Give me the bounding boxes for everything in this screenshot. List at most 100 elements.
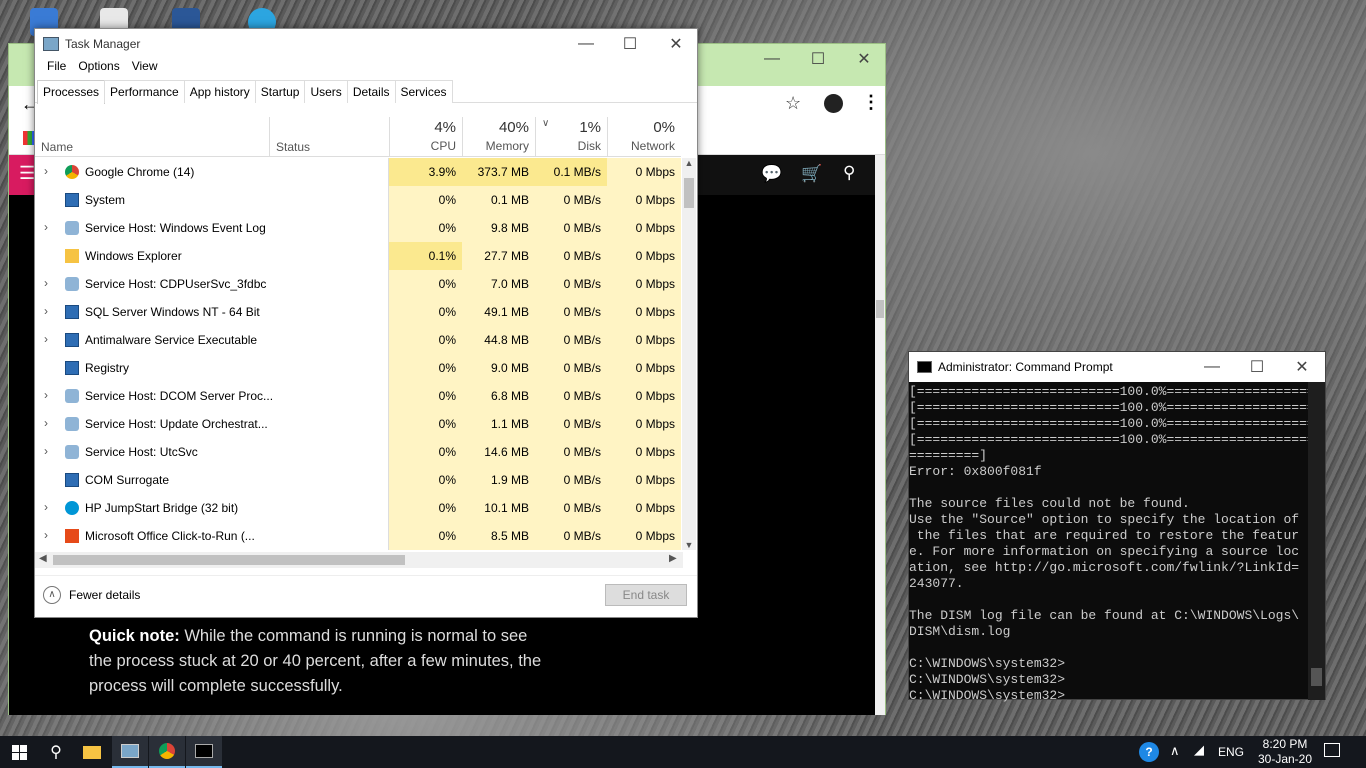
scroll-thumb[interactable]	[1311, 668, 1322, 686]
menu-file[interactable]: File	[41, 59, 72, 77]
fewer-details-link[interactable]: Fewer details	[69, 588, 140, 602]
bookmark-star-icon[interactable]: ☆	[785, 93, 801, 114]
expand-chevron-icon[interactable]: ›	[44, 388, 48, 402]
task-manager-titlebar[interactable]: Task Manager — ☐ ✕	[35, 29, 697, 59]
expand-chevron-icon[interactable]: ›	[44, 500, 48, 514]
expand-chevron-icon[interactable]: ›	[44, 276, 48, 290]
table-row[interactable]: System 0% 0.1 MB 0 MB/s 0 Mbps	[35, 186, 681, 214]
clock[interactable]: 8:20 PM 30-Jan-20	[1252, 737, 1318, 767]
chrome-scrollbar[interactable]	[875, 155, 885, 715]
cpu-cell: 0%	[389, 382, 462, 410]
profile-icon[interactable]	[824, 94, 843, 113]
scroll-left-icon[interactable]: ◀	[39, 553, 47, 564]
cmd-scrollbar[interactable]	[1308, 382, 1325, 700]
table-row[interactable]: Windows Explorer 0.1% 27.7 MB 0 MB/s 0 Mbps	[35, 242, 681, 270]
search-button[interactable]: ⚲	[38, 736, 74, 768]
site-menu-button[interactable]: ☰	[9, 155, 37, 195]
tab-startup[interactable]: Startup	[254, 80, 306, 103]
cmd-titlebar[interactable]: Administrator: Command Prompt — ☐ ✕	[909, 352, 1325, 382]
expand-chevron-icon[interactable]: ›	[44, 416, 48, 430]
cart-icon[interactable]: 🛒	[801, 164, 822, 184]
scroll-up-icon[interactable]: ▲	[682, 158, 696, 172]
scroll-thumb[interactable]	[876, 300, 884, 318]
language-indicator[interactable]: ENG	[1218, 745, 1244, 759]
tab-services[interactable]: Services	[394, 80, 453, 103]
start-button[interactable]	[0, 736, 38, 768]
fewer-details-icon[interactable]: ∧	[43, 586, 61, 604]
wifi-icon[interactable]: ◢	[1194, 742, 1204, 758]
table-row[interactable]: › Google Chrome (14) 3.9% 373.7 MB 0.1 MB/s 0…	[35, 158, 681, 186]
table-row[interactable]: › Antimalware Service Executable 0% 44.8 MB…	[35, 326, 681, 354]
tab-performance[interactable]: Performance	[104, 80, 185, 103]
console-line: the files that are required to restore t…	[909, 528, 1300, 543]
expand-chevron-icon[interactable]: ›	[44, 164, 48, 178]
minimize-button[interactable]: —	[563, 29, 609, 59]
menu-options[interactable]: Options	[72, 59, 125, 77]
table-row[interactable]: › Service Host: DCOM Server Proc... 0% 6.8 …	[35, 382, 681, 410]
end-task-button[interactable]: End task	[605, 584, 687, 606]
cmd-taskbar-button[interactable]	[186, 736, 222, 768]
task-manager-taskbar-button[interactable]	[112, 736, 148, 768]
table-row[interactable]: › Microsoft Office Click-to-Run (... 0% 8.5…	[35, 522, 681, 550]
h-scroll-thumb[interactable]	[53, 555, 405, 565]
chrome-taskbar-button[interactable]	[149, 736, 185, 768]
tab-processes[interactable]: Processes	[37, 80, 106, 104]
chat-icon[interactable]: 💬	[761, 164, 782, 184]
status-column-area	[388, 158, 389, 550]
table-row[interactable]: › Service Host: UtcSvc 0% 14.6 MB 0 MB/s 0 Mb…	[35, 438, 681, 466]
column-memory[interactable]: 40% Memory	[462, 117, 535, 157]
console-output[interactable]: [==========================100.0%=======…	[909, 384, 1309, 704]
tab-details[interactable]: Details	[346, 80, 396, 103]
maximize-button[interactable]: ☐	[795, 44, 841, 74]
menu-dots-icon[interactable]: ⋮	[862, 92, 880, 113]
help-icon[interactable]: ?	[1139, 742, 1159, 762]
column-network[interactable]: 0% Network	[607, 117, 681, 157]
cmd-title: Administrator: Command Prompt	[938, 360, 1113, 374]
task-manager-window: Task Manager — ☐ ✕ File Options View Pro…	[34, 28, 698, 618]
scroll-thumb[interactable]	[684, 178, 694, 208]
expand-chevron-icon[interactable]: ›	[44, 220, 48, 234]
scroll-right-icon[interactable]: ▶	[669, 553, 677, 564]
expand-chevron-icon[interactable]: ›	[44, 304, 48, 318]
expand-chevron-icon[interactable]: ›	[44, 444, 48, 458]
table-row[interactable]: COM Surrogate 0% 1.9 MB 0 MB/s 0 Mbps	[35, 466, 681, 494]
app-icon	[65, 193, 79, 207]
column-name[interactable]: Name	[41, 140, 73, 154]
menu-view[interactable]: View	[126, 59, 164, 77]
scroll-down-icon[interactable]: ▼	[682, 540, 696, 550]
notifications-icon[interactable]	[1324, 743, 1340, 757]
tab-users[interactable]: Users	[304, 80, 348, 103]
column-status[interactable]: Status	[269, 117, 310, 157]
table-row[interactable]: › Service Host: Windows Event Log 0% 9.8 MB…	[35, 214, 681, 242]
file-explorer-button[interactable]	[74, 736, 110, 768]
table-row[interactable]: › Service Host: Update Orchestrat... 0% 1.1…	[35, 410, 681, 438]
expand-chevron-icon[interactable]: ›	[44, 332, 48, 346]
table-row[interactable]: › Service Host: CDPUserSvc_3fdbc 0% 7.0 MB 0…	[35, 270, 681, 298]
table-row[interactable]: Registry 0% 9.0 MB 0 MB/s 0 Mbps	[35, 354, 681, 382]
table-row[interactable]: › SQL Server Windows NT - 64 Bit 0% 49.1 MB…	[35, 298, 681, 326]
horizontal-scrollbar[interactable]: ◀ ▶	[35, 552, 683, 568]
maximize-button[interactable]: ☐	[1234, 352, 1280, 382]
process-name: COM Surrogate	[85, 473, 170, 487]
maximize-button[interactable]: ☐	[607, 29, 653, 59]
console-line: C:\WINDOWS\system32>	[909, 688, 1066, 703]
tab-app-history[interactable]: App history	[183, 80, 256, 103]
column-disk[interactable]: ∨ 1% Disk	[535, 117, 607, 157]
close-button[interactable]: ✕	[841, 44, 887, 74]
disk-cell: 0 MB/s	[535, 270, 607, 298]
process-scrollbar[interactable]: ▲ ▼	[682, 158, 696, 550]
search-icon[interactable]: ⚲	[843, 163, 855, 183]
column-cpu[interactable]: 4% CPU	[389, 117, 462, 157]
show-hidden-icons-icon[interactable]: ∧	[1170, 743, 1180, 759]
close-button[interactable]: ✕	[653, 29, 699, 59]
minimize-button[interactable]: —	[1189, 352, 1235, 382]
folder-icon	[83, 745, 101, 759]
process-name: Service Host: UtcSvc	[85, 445, 198, 459]
table-row[interactable]: › HP JumpStart Bridge (32 bit) 0% 10.1 MB 0 …	[35, 494, 681, 522]
app-icon	[65, 333, 79, 347]
disk-label: Disk	[577, 139, 601, 153]
minimize-button[interactable]: —	[749, 44, 795, 74]
console-line: [==========================100.0%=======…	[909, 400, 1309, 415]
close-button[interactable]: ✕	[1279, 352, 1325, 382]
expand-chevron-icon[interactable]: ›	[44, 528, 48, 542]
